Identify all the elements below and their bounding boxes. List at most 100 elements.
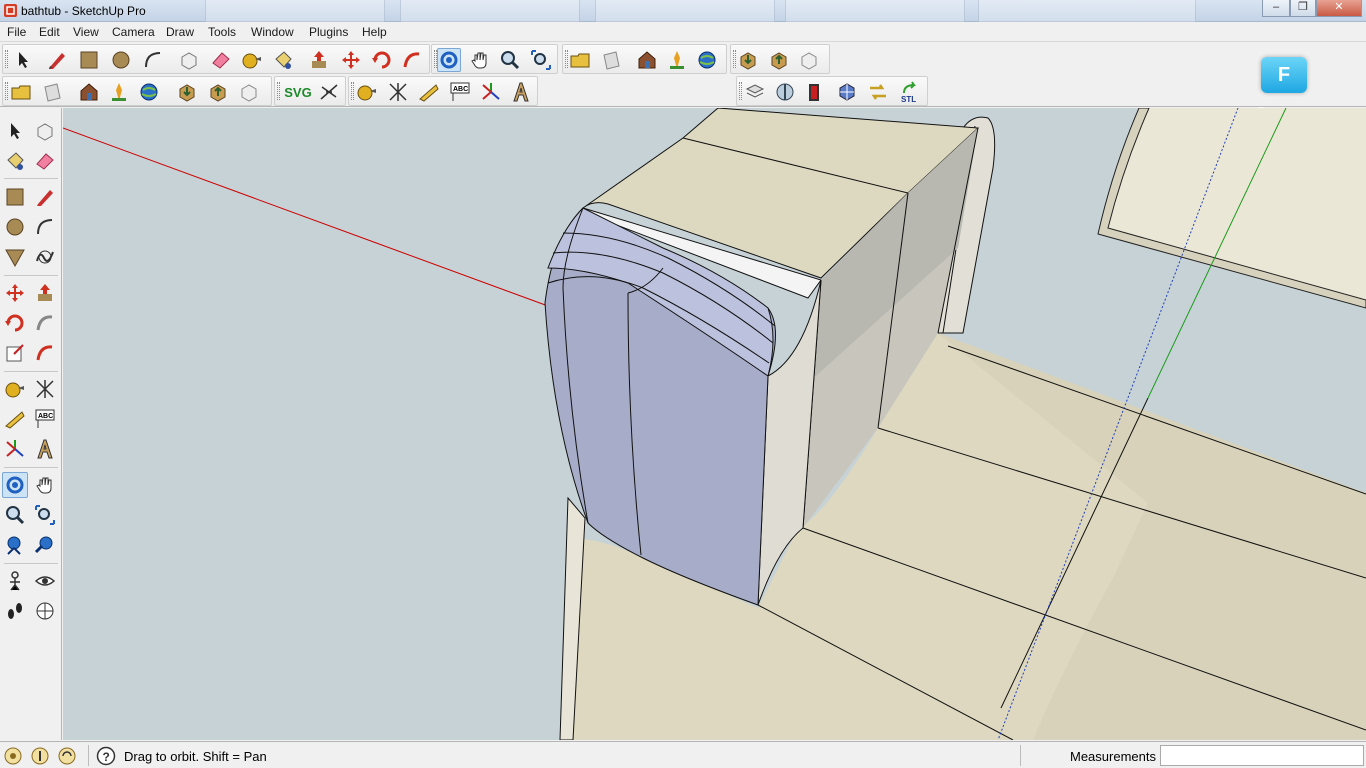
- text-tool-button[interactable]: ABC: [448, 80, 472, 104]
- toggle-terrain-button[interactable]: [665, 48, 689, 72]
- menu-plugins[interactable]: Plugins: [309, 25, 348, 39]
- google-earth-button[interactable]: [695, 48, 719, 72]
- scale-tool-left[interactable]: [2, 340, 28, 366]
- get-models-button[interactable]: [736, 48, 760, 72]
- menu-tools[interactable]: Tools: [208, 25, 236, 39]
- toolbar-grip[interactable]: [277, 82, 280, 100]
- share-component-button[interactable]: [797, 48, 821, 72]
- previous-button[interactable]: [9, 80, 33, 104]
- section-plane-left[interactable]: [32, 598, 58, 624]
- arc-tool-button[interactable]: [141, 48, 165, 72]
- share-model-button[interactable]: [767, 48, 791, 72]
- menu-help[interactable]: Help: [362, 25, 387, 39]
- menu-window[interactable]: Window: [251, 25, 294, 39]
- 3d-text-button[interactable]: [509, 80, 533, 104]
- circle-tool-button[interactable]: [109, 48, 133, 72]
- rectangle-tool-button[interactable]: [77, 48, 101, 72]
- menu-camera[interactable]: Camera: [112, 25, 155, 39]
- push-pull-button[interactable]: [307, 48, 331, 72]
- 3d-viewport[interactable]: [63, 108, 1366, 740]
- credits-icon[interactable]: [30, 746, 50, 766]
- move-tool-button[interactable]: [339, 48, 363, 72]
- select-tool-button[interactable]: [11, 48, 35, 72]
- eraser-tool-button[interactable]: [209, 48, 233, 72]
- protractor-button[interactable]: [417, 80, 441, 104]
- pencil-tool-button[interactable]: [45, 48, 69, 72]
- paint-bucket-left[interactable]: [2, 148, 28, 174]
- axes-tool-left[interactable]: [2, 436, 28, 462]
- maximize-button[interactable]: ❐: [1290, 0, 1316, 17]
- paint-bucket-button[interactable]: [271, 48, 295, 72]
- model-scene[interactable]: [63, 108, 1366, 740]
- dimension-tool-button[interactable]: [386, 80, 410, 104]
- make-component-left[interactable]: [32, 118, 58, 144]
- axes-tool-button[interactable]: [479, 80, 503, 104]
- toggle-terrain-button-2[interactable]: [107, 80, 131, 104]
- tape-measure-button[interactable]: [240, 48, 264, 72]
- zoom-tool-button[interactable]: [498, 48, 522, 72]
- zoom-extents-button[interactable]: [529, 48, 553, 72]
- menu-edit[interactable]: Edit: [39, 25, 60, 39]
- freehand-tool-left[interactable]: [32, 244, 58, 270]
- push-pull-left[interactable]: [32, 280, 58, 306]
- rotate-tool-left[interactable]: [2, 310, 28, 336]
- next-button[interactable]: [40, 80, 64, 104]
- follow-me-button[interactable]: [400, 48, 424, 72]
- pan-tool-left[interactable]: [32, 472, 58, 498]
- rotate-tool-button[interactable]: [370, 48, 394, 72]
- geo-location-icon[interactable]: [3, 746, 23, 766]
- help-icon[interactable]: ?: [96, 746, 116, 766]
- toolbar-grip[interactable]: [5, 50, 8, 68]
- circle-tool-left[interactable]: [2, 214, 28, 240]
- polygon-tool-left[interactable]: [2, 244, 28, 270]
- stl-export-button[interactable]: STL: [897, 80, 921, 104]
- walk-tool-left[interactable]: [2, 598, 28, 624]
- rectangle-tool-left[interactable]: [2, 184, 28, 210]
- next-view-button[interactable]: [599, 48, 623, 72]
- look-around-left[interactable]: [32, 568, 58, 594]
- pencil-tool-left[interactable]: [32, 184, 58, 210]
- section-plane-button[interactable]: [773, 80, 797, 104]
- arc-tool-left[interactable]: [32, 214, 58, 240]
- add-location-button[interactable]: [635, 48, 659, 72]
- zoom-extents-left[interactable]: [2, 532, 28, 558]
- 3d-text-left[interactable]: [32, 436, 58, 462]
- minimize-button[interactable]: –: [1262, 0, 1290, 17]
- previous-view-button[interactable]: [568, 48, 592, 72]
- move-tool-left[interactable]: [2, 280, 28, 306]
- protractor-left[interactable]: [2, 406, 28, 432]
- grid-tool-button[interactable]: [835, 80, 859, 104]
- tape-measure-button-2[interactable]: [355, 80, 379, 104]
- solid-tools-button[interactable]: [804, 80, 828, 104]
- offset-tool-left[interactable]: [32, 340, 58, 366]
- get-models-button-2[interactable]: [175, 80, 199, 104]
- menu-draw[interactable]: Draw: [166, 25, 194, 39]
- menu-view[interactable]: View: [73, 25, 99, 39]
- floating-app-badge[interactable]: F: [1261, 57, 1307, 93]
- eraser-tool-left[interactable]: [32, 148, 58, 174]
- tape-measure-left[interactable]: [2, 376, 28, 402]
- orbit-tool-left[interactable]: [2, 472, 28, 498]
- dimension-tool-left[interactable]: [32, 376, 58, 402]
- share-component-button-2[interactable]: [237, 80, 261, 104]
- toolbar-grip[interactable]: [351, 82, 354, 100]
- mosquito-plugin-button[interactable]: [317, 80, 341, 104]
- share-model-button-2[interactable]: [206, 80, 230, 104]
- user-account-icon[interactable]: [57, 746, 77, 766]
- measurements-input[interactable]: [1160, 745, 1364, 766]
- toolbar-grip[interactable]: [739, 82, 742, 100]
- previous-view-left[interactable]: [32, 532, 58, 558]
- toolbar-grip[interactable]: [5, 82, 8, 100]
- position-camera-left[interactable]: [2, 568, 28, 594]
- orbit-tool-button[interactable]: [437, 48, 461, 72]
- flip-tool-button[interactable]: [866, 80, 890, 104]
- make-component-button[interactable]: [177, 48, 201, 72]
- layer-tool-button[interactable]: [743, 80, 767, 104]
- zoom-tool-left[interactable]: [2, 502, 28, 528]
- svg-export-button[interactable]: SVG: [281, 80, 315, 104]
- menu-file[interactable]: File: [7, 25, 26, 39]
- add-location-button-2[interactable]: [77, 80, 101, 104]
- follow-me-left[interactable]: [32, 310, 58, 336]
- select-tool-left[interactable]: [2, 118, 28, 144]
- text-tool-left[interactable]: ABC: [32, 406, 58, 432]
